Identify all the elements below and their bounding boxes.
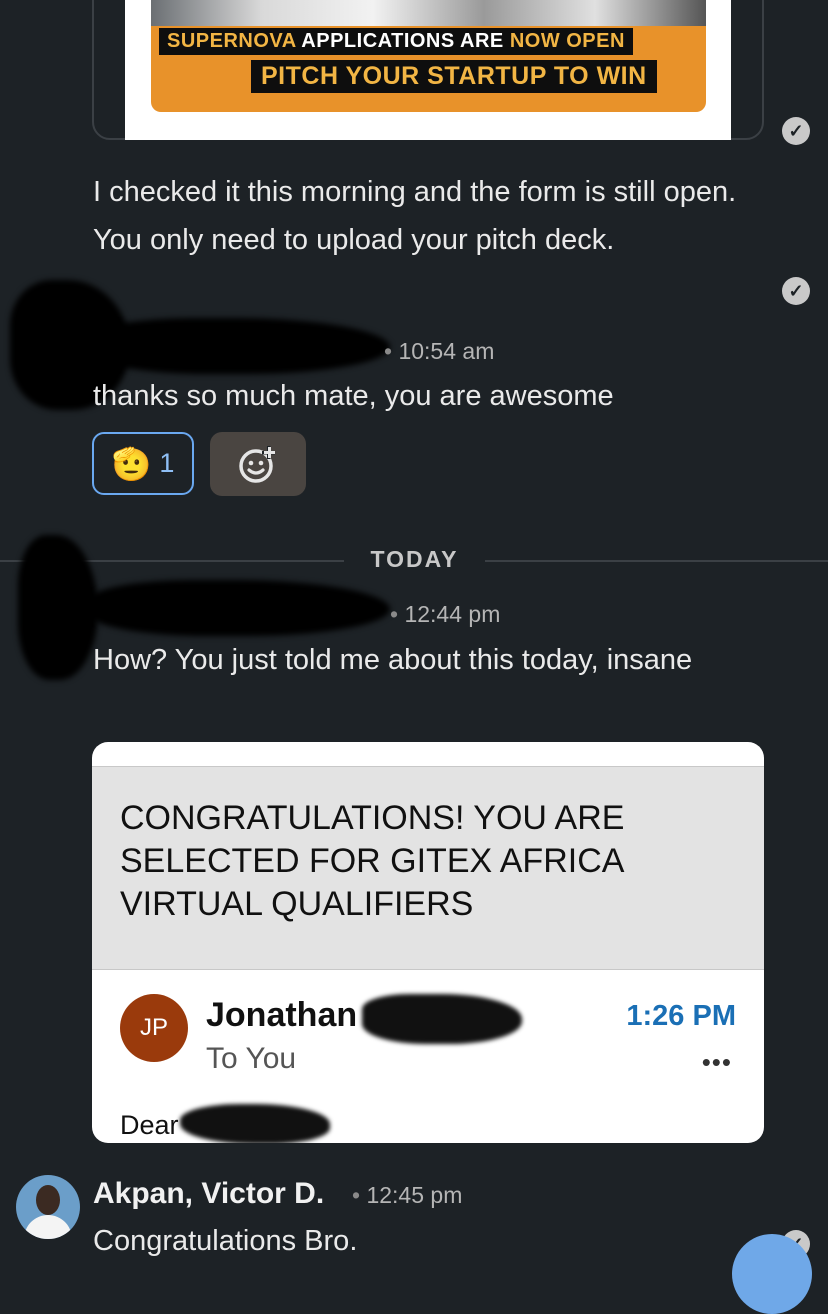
check-circle-icon: ✓ [782, 117, 810, 145]
redacted-avatar [18, 535, 98, 680]
divider-line [485, 560, 828, 562]
redacted-surname [362, 994, 522, 1044]
salute-reaction-button[interactable]: 🫡 1 [92, 432, 194, 495]
message-timestamp: • 12:44 pm [390, 601, 500, 628]
avatar[interactable] [16, 1175, 80, 1239]
banner-headline: SUPERNOVA APPLICATIONS ARE NOW OPEN [159, 28, 633, 55]
check-circle-icon: ✓ [782, 277, 810, 305]
more-options-icon: ••• [701, 1047, 732, 1077]
add-emoji-icon [239, 446, 275, 483]
timestamp-text: 10:54 am [398, 338, 495, 364]
reaction-count: 1 [159, 448, 175, 478]
banner-subline: PITCH YOUR STARTUP TO WIN [251, 60, 657, 93]
sender-avatar: JP [120, 994, 188, 1062]
timestamp-text: 12:44 pm [404, 601, 501, 627]
separator-dot: • [352, 1182, 361, 1208]
message-timestamp: • 10:54 am [384, 338, 494, 365]
message-text: thanks so much mate, you are awesome [93, 380, 614, 412]
email-time: 1:26 PM [626, 1000, 736, 1032]
banner-now-open: NOW OPEN [509, 30, 625, 52]
message-timestamp: • 12:45 pm [352, 1182, 462, 1209]
message-text: Congratulations Bro. [93, 1225, 358, 1257]
separator-dot: • [384, 338, 393, 364]
add-reaction-button[interactable] [210, 432, 306, 496]
message-text: I checked it this morning and the form i… [93, 176, 737, 256]
timestamp-text: 12:45 pm [366, 1182, 463, 1208]
avatar-head [36, 1185, 60, 1215]
banner-photo-strip [151, 0, 706, 26]
salute-emoji-icon: 🫡 [111, 445, 152, 482]
redacted-sender-name [90, 318, 390, 374]
separator-dot: • [390, 601, 399, 627]
email-subject: CONGRATULATIONS! YOU ARE SELECTED FOR GI… [120, 799, 625, 923]
sender-name: Jonathan [206, 996, 358, 1034]
email-recipient: To You [206, 1042, 297, 1075]
banner-supernova: SUPERNOVA [167, 30, 296, 52]
redacted-sender-name [90, 580, 390, 636]
date-divider: TODAY [370, 546, 459, 572]
banner-applications: APPLICATIONS ARE [301, 30, 504, 52]
email-screenshot-image[interactable]: CONGRATULATIONS! YOU ARE SELECTED FOR GI… [92, 742, 764, 1143]
avatar-shirt [24, 1215, 72, 1239]
email-sender: Jonathan [206, 996, 357, 1035]
redacted-recipient-name [180, 1104, 330, 1143]
email-body-start: Dear [120, 1110, 179, 1140]
message-text: How? You just told me about this today, … [93, 644, 693, 676]
sender-name[interactable]: Akpan, Victor D. [93, 1177, 324, 1211]
supernova-banner-image[interactable]: SUPERNOVA APPLICATIONS ARE NOW OPEN PITC… [151, 0, 706, 112]
compose-button[interactable] [732, 1234, 812, 1314]
